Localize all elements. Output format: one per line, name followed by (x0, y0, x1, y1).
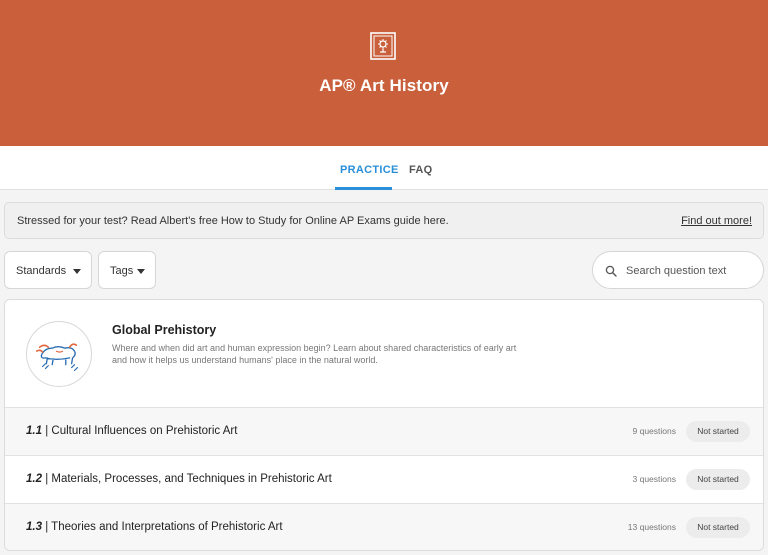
topic-name: | Theories and Interpretations of Prehis… (45, 521, 283, 533)
status-badge: Not started (686, 517, 750, 538)
study-guide-banner: Stressed for your test? Read Albert's fr… (4, 202, 764, 239)
question-count: 13 questions (627, 522, 676, 532)
cave-painting-bison-icon (26, 321, 92, 387)
unit-card: Global Prehistory Where and when did art… (4, 299, 764, 551)
chevron-down-icon (137, 269, 145, 274)
topic-title: 1.2 | Materials, Processes, and Techniqu… (26, 473, 332, 485)
tags-dropdown[interactable]: Tags (98, 251, 156, 289)
page-title: AP® Art History (319, 76, 449, 95)
topic-number: 1.1 (26, 425, 42, 437)
tabs-bar: PRACTICE FAQ (0, 146, 768, 190)
question-count: 3 questions (632, 474, 676, 484)
search-icon (605, 265, 617, 277)
topic-row-1-3[interactable]: 1.3 | Theories and Interpretations of Pr… (5, 503, 763, 550)
topic-name: | Cultural Influences on Prehistoric Art (45, 425, 238, 437)
find-out-more-link[interactable]: Find out more! (681, 215, 752, 227)
search-input[interactable] (626, 262, 756, 280)
standards-label: Standards (16, 265, 67, 277)
status-badge: Not started (686, 469, 750, 490)
topic-name: | Materials, Processes, and Techniques i… (45, 473, 332, 485)
search-box (592, 251, 764, 289)
question-count: 9 questions (632, 426, 676, 436)
unit-title: Global Prehistory (112, 323, 217, 337)
topic-title: 1.3 | Theories and Interpretations of Pr… (26, 521, 283, 533)
chevron-down-icon (73, 269, 81, 274)
topic-row-1-1[interactable]: 1.1 | Cultural Influences on Prehistoric… (5, 407, 763, 455)
topic-row-1-2[interactable]: 1.2 | Materials, Processes, and Techniqu… (5, 455, 763, 503)
topic-title: 1.1 | Cultural Influences on Prehistoric… (26, 425, 237, 437)
tab-practice[interactable]: PRACTICE (340, 164, 399, 176)
topic-number: 1.3 (26, 521, 42, 533)
banner-text: Stressed for your test? Read Albert's fr… (17, 215, 449, 227)
active-tab-indicator (335, 187, 392, 190)
framed-painting-icon (370, 32, 396, 60)
standards-dropdown[interactable]: Standards (4, 251, 92, 289)
status-badge: Not started (686, 421, 750, 442)
topic-number: 1.2 (26, 473, 42, 485)
tab-faq[interactable]: FAQ (409, 164, 433, 176)
tags-label: Tags (110, 265, 134, 277)
unit-description: Where and when did art and human express… (112, 343, 517, 365)
